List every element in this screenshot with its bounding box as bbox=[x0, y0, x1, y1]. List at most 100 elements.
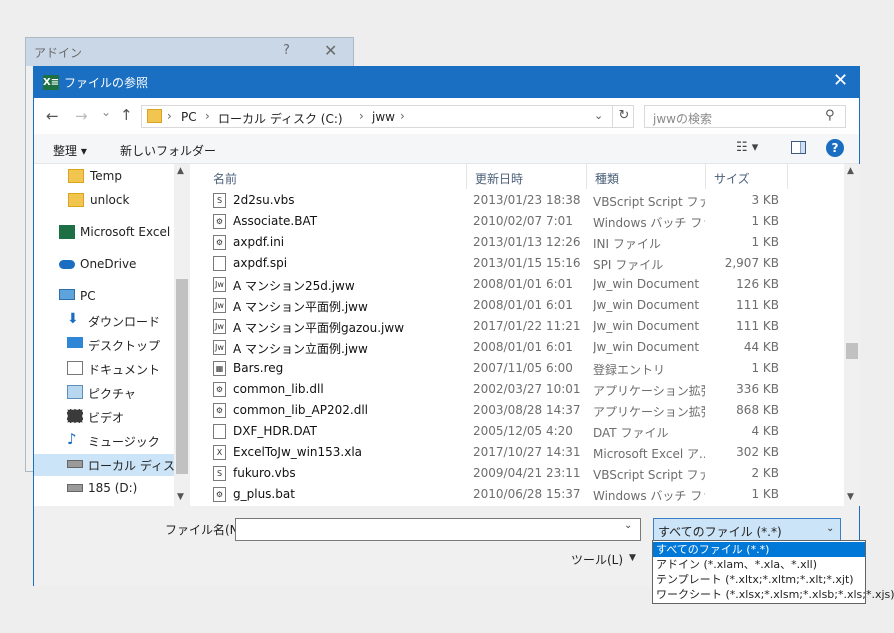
nav-item-pc[interactable]: PC bbox=[34, 286, 174, 308]
nav-item-pictures[interactable]: ピクチャ bbox=[34, 382, 174, 404]
addin-close-button[interactable]: ✕ bbox=[324, 41, 337, 60]
nav-item-label: ダウンロード bbox=[88, 315, 161, 329]
file-list-scroll-thumb[interactable] bbox=[846, 343, 858, 359]
file-row[interactable]: ⚙ axpdf.ini 2013/01/13 12:26 INI ファイル 1 KB bbox=[191, 232, 791, 253]
download-icon: ⬇ bbox=[67, 311, 79, 327]
file-row[interactable]: Jw A マンション立面例.jww 2008/01/01 6:01 Jw_win Do… bbox=[191, 337, 791, 358]
nav-item-desktop[interactable]: デスクトップ bbox=[34, 334, 174, 356]
nav-item-label: PC bbox=[80, 289, 96, 303]
search-box[interactable]: jwwの検索 ⚲ bbox=[644, 105, 846, 128]
file-row[interactable]: ⚙ common_lib_AP202.dll 2003/08/28 14:37 アプリ… bbox=[191, 400, 791, 421]
addin-help-button[interactable]: ? bbox=[283, 43, 290, 58]
file-type-icon bbox=[213, 256, 226, 271]
column-header-date[interactable]: 更新日時 bbox=[467, 164, 587, 189]
filetype-option-template[interactable]: テンプレート (*.xltx;*.xltm;*.xlt;*.xjt) bbox=[653, 572, 865, 587]
nav-item-unlock[interactable]: unlock bbox=[34, 190, 174, 212]
scroll-up-icon[interactable]: ▲ bbox=[177, 166, 184, 176]
file-row[interactable]: ⚙ Associate.BAT 2010/02/07 7:01 Windows バッチ… bbox=[191, 211, 791, 232]
help-button[interactable]: ? bbox=[826, 139, 844, 157]
file-type-icon: ⚙ bbox=[213, 403, 226, 418]
file-name: DXF_HDR.DAT bbox=[233, 424, 317, 438]
file-row[interactable]: ⚙ g_plus.bat 2010/06/28 15:37 Windows バッチ フ… bbox=[191, 484, 791, 505]
breadcrumb-jww[interactable]: jww bbox=[372, 110, 395, 124]
chevron-right-icon: › bbox=[205, 109, 210, 123]
nav-item-music[interactable]: ♪ ミュージック bbox=[34, 430, 174, 452]
column-header-type[interactable]: 種類 bbox=[587, 164, 706, 189]
file-name: axpdf.ini bbox=[233, 235, 285, 249]
back-arrow-icon[interactable]: ← bbox=[46, 107, 59, 125]
file-date: 2008/01/01 6:01 bbox=[473, 340, 573, 354]
view-options-button[interactable]: ☷ ▾ bbox=[736, 140, 758, 155]
nav-item-temp[interactable]: Temp bbox=[34, 166, 174, 188]
filetype-select[interactable]: すべてのファイル (*.*) ⌄ bbox=[653, 518, 841, 541]
file-type: Windows バッチ ファ... bbox=[593, 489, 705, 503]
scroll-up-icon[interactable]: ▲ bbox=[847, 166, 854, 176]
file-row[interactable]: Jw A マンション25d.jww 2008/01/01 6:01 Jw_win Do… bbox=[191, 274, 791, 295]
breadcrumb-pc[interactable]: PC bbox=[181, 110, 197, 124]
nav-item-videos[interactable]: ビデオ bbox=[34, 406, 174, 428]
filetype-option-all[interactable]: すべてのファイル (*.*) bbox=[653, 542, 865, 557]
filetype-option-worksheet[interactable]: ワークシート (*.xlsx;*.xlsm;*.xlsb;*.xls;*.xjs… bbox=[653, 587, 894, 602]
file-size: 336 KB bbox=[736, 382, 779, 396]
file-name: 2d2su.vbs bbox=[233, 193, 295, 207]
address-dropdown-icon[interactable]: ⌄ bbox=[594, 109, 603, 122]
refresh-button[interactable]: ↻ bbox=[612, 105, 635, 128]
filename-input[interactable] bbox=[235, 518, 641, 541]
chevron-right-icon: › bbox=[167, 109, 172, 123]
excel-icon bbox=[59, 225, 75, 239]
scroll-down-icon[interactable]: ▼ bbox=[177, 492, 184, 502]
browse-file-dialog: X≡ ファイルの参照 ✕ ← → ⌄ ↑ › PC › ローカル ディスク (C… bbox=[33, 66, 860, 586]
filetype-option-addin[interactable]: アドイン (*.xlam、*.xla、*.xll) bbox=[653, 557, 865, 572]
address-bar[interactable]: › PC › ローカル ディスク (C:) › jww › ⌄ bbox=[141, 105, 634, 128]
file-row[interactable]: Sfukuro.vbs 2009/04/21 23:11 VBScript Scri… bbox=[191, 463, 791, 484]
file-size: 302 KB bbox=[736, 445, 779, 459]
nav-item-label: Temp bbox=[90, 169, 122, 183]
column-header-name[interactable]: 名前 ^ bbox=[191, 164, 467, 189]
tools-button[interactable]: ツール(L) bbox=[571, 551, 623, 568]
filename-dropdown-icon[interactable]: ⌄ bbox=[624, 520, 632, 531]
file-name: ExcelToJw_win153.xla bbox=[233, 445, 363, 459]
nav-scroll-thumb[interactable] bbox=[176, 279, 188, 474]
nav-item-onedrive[interactable]: OneDrive bbox=[34, 254, 174, 276]
file-type: VBScript Script ファ... bbox=[593, 468, 705, 482]
file-list-scrollbar[interactable]: ▲ ▼ bbox=[844, 164, 860, 506]
file-type: INI ファイル bbox=[593, 237, 661, 251]
file-row[interactable]: DXF_HDR.DAT 2005/12/05 4:20 DAT ファイル 4 KB bbox=[191, 421, 791, 442]
file-row[interactable]: Jw A マンション平面例gazou.jww 2017/01/22 11:21 Jw_… bbox=[191, 316, 791, 337]
history-chevron-icon[interactable]: ⌄ bbox=[101, 105, 111, 119]
preview-pane-icon[interactable] bbox=[791, 141, 806, 154]
file-row[interactable]: S 2d2su.vbs 2013/01/23 18:38 VBScript Scrip… bbox=[191, 190, 791, 211]
nav-item-microsoft-excel[interactable]: Microsoft Excel bbox=[34, 222, 174, 244]
nav-item-label: デスクトップ bbox=[88, 339, 161, 353]
file-row[interactable]: X ExcelToJw_win153.xla 2017/10/27 14:31 Mic… bbox=[191, 442, 791, 463]
file-date: 2003/08/28 14:37 bbox=[473, 403, 581, 417]
search-icon[interactable]: ⚲ bbox=[825, 108, 835, 123]
close-button[interactable]: ✕ bbox=[833, 70, 848, 91]
file-row[interactable]: ▦ Bars.reg 2007/11/05 6:00 登録エントリ 1 KB bbox=[191, 358, 791, 379]
new-folder-button[interactable]: 新しいフォルダー bbox=[120, 142, 216, 159]
file-row[interactable]: axpdf.spi 2013/01/15 15:16 SPI ファイル 2,907 K… bbox=[191, 253, 791, 274]
forward-arrow-icon[interactable]: → bbox=[75, 107, 88, 125]
nav-item-documents[interactable]: ドキュメント bbox=[34, 358, 174, 380]
excel-app-icon: X≡ bbox=[43, 75, 60, 90]
file-type-icon: Jw bbox=[213, 277, 226, 292]
scroll-down-icon[interactable]: ▼ bbox=[847, 492, 854, 502]
file-row[interactable]: ⚙ common_lib.dll 2002/03/27 10:01 アプリケーション拡… bbox=[191, 379, 791, 400]
nav-item-label: ビデオ bbox=[88, 411, 125, 425]
tools-dropdown-icon[interactable]: ▼ bbox=[629, 553, 636, 563]
file-name: fukuro.vbs bbox=[233, 466, 296, 480]
nav-item-label: Microsoft Excel bbox=[80, 225, 171, 239]
organize-button[interactable]: 整理 ▾ bbox=[53, 142, 87, 159]
file-row[interactable]: Jw A マンション平面例.jww 2008/01/01 6:01 Jw_win Do… bbox=[191, 295, 791, 316]
nav-item-label: ピクチャ bbox=[88, 387, 136, 401]
filetype-selected-value: すべてのファイル (*.*) bbox=[658, 525, 782, 539]
up-arrow-icon[interactable]: ↑ bbox=[120, 106, 133, 124]
nav-item-local-disk-c[interactable]: ローカル ディスク (C bbox=[34, 454, 174, 476]
music-icon: ♪ bbox=[67, 430, 77, 448]
column-label: 名前 bbox=[213, 172, 238, 186]
column-header-size[interactable]: サイズ bbox=[706, 164, 788, 189]
nav-item-downloads[interactable]: ⬇ ダウンロード bbox=[34, 310, 174, 332]
file-type-icon: S bbox=[213, 193, 226, 208]
nav-item-drive-d[interactable]: 185 (D:) bbox=[34, 478, 174, 500]
breadcrumb-local-disk[interactable]: ローカル ディスク (C:) bbox=[218, 110, 343, 127]
